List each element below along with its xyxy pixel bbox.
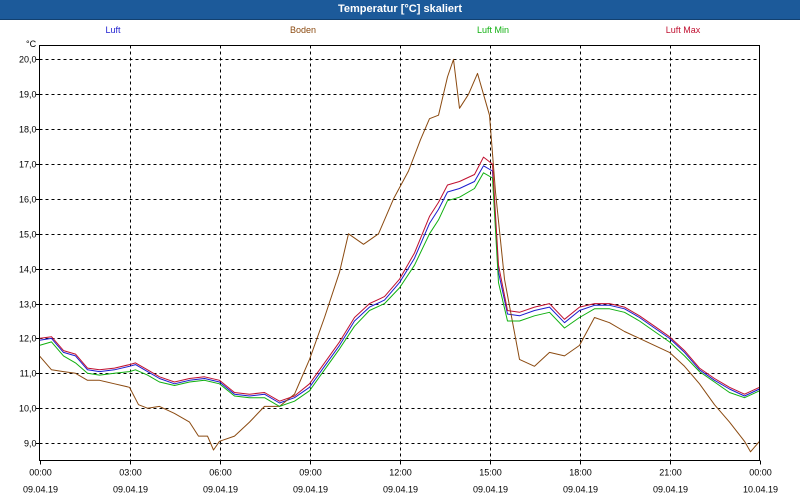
x-tick-date-label: 09.04.19 xyxy=(203,485,238,495)
series-line-luft xyxy=(39,165,760,404)
legend-item: Luft Min xyxy=(477,25,509,35)
legend: Luft Boden Luft Min Luft Max xyxy=(105,25,700,35)
legend-item: Luft xyxy=(105,25,121,35)
x-tick-time-label: 09:00 xyxy=(299,468,322,478)
legend-item: Luft Max xyxy=(666,25,701,35)
x-tick-date-label: 09.04.19 xyxy=(653,485,688,495)
window-title: Temperatur [°C] skaliert xyxy=(337,3,462,15)
title-bar: Temperatur [°C] skaliert xyxy=(0,0,800,20)
y-tick-label: 14,0 xyxy=(19,265,37,275)
x-tick-time-label: 00:00 xyxy=(749,468,772,478)
x-tick-time-label: 12:00 xyxy=(389,468,412,478)
x-tick-date-label: 09.04.19 xyxy=(293,485,328,495)
temperature-chart: Luft Boden Luft Min Luft Max °C 20,0 19,0 18,… xyxy=(19,25,778,495)
x-tick-date-label: 09.04.19 xyxy=(383,485,418,495)
x-tick-time-label: 03:00 xyxy=(119,468,142,478)
grid-lines xyxy=(39,45,760,461)
chart-window: Temperatur [°C] skaliert Luft Boden Luft M… xyxy=(0,0,800,500)
x-tick-date-label: 09.04.19 xyxy=(473,485,508,495)
y-axis-unit-label: °C xyxy=(26,39,37,49)
x-axis-ticks: 00:00 09.04.19 03:00 09.04.19 06:00 09.04.19 0… xyxy=(23,460,778,495)
y-axis-ticks: 20,0 19,0 18,0 17,0 16,0 15,0 14,0 13,0 12,0 11,0… xyxy=(19,55,40,449)
x-tick-date-label: 09.04.19 xyxy=(113,485,148,495)
y-tick-label: 15,0 xyxy=(19,230,37,240)
plot-frame xyxy=(39,45,760,461)
y-tick-label: 10,0 xyxy=(19,404,37,414)
y-tick-label: 20,0 xyxy=(19,55,37,65)
y-tick-label: 13,0 xyxy=(19,300,37,310)
y-tick-label: 12,0 xyxy=(19,334,37,344)
series-lines xyxy=(39,58,760,453)
series-line-boden xyxy=(39,58,760,453)
y-tick-label: 11,0 xyxy=(20,369,37,379)
x-tick-date-label: 10.04.19 xyxy=(743,485,778,495)
y-tick-label: 18,0 xyxy=(19,125,37,135)
x-tick-date-label: 09.04.19 xyxy=(23,485,58,495)
x-tick-time-label: 06:00 xyxy=(209,468,232,478)
legend-item: Boden xyxy=(290,25,316,35)
y-tick-label: 17,0 xyxy=(19,160,37,170)
x-tick-date-label: 09.04.19 xyxy=(563,485,598,495)
x-tick-time-label: 21:00 xyxy=(659,468,682,478)
y-tick-label: 19,0 xyxy=(19,90,37,100)
y-tick-label: 16,0 xyxy=(19,195,37,205)
x-tick-time-label: 15:00 xyxy=(479,468,502,478)
x-tick-time-label: 18:00 xyxy=(569,468,592,478)
x-tick-time-label: 00:00 xyxy=(29,468,52,478)
y-tick-label: 9,0 xyxy=(24,439,37,449)
series-line-luft-max xyxy=(39,156,760,402)
